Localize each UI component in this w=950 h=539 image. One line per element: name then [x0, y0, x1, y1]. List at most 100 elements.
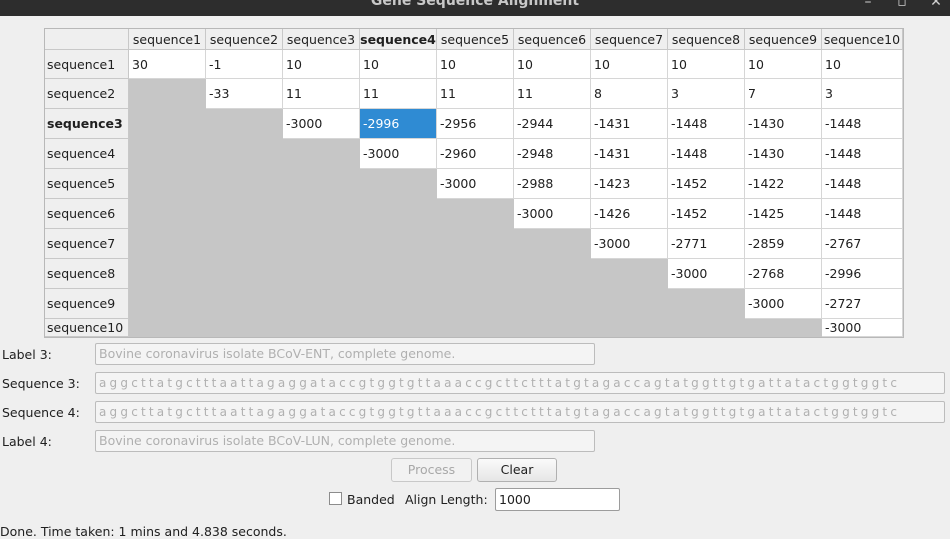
table-cell[interactable]	[129, 79, 206, 109]
table-cell[interactable]: 30	[129, 50, 206, 79]
table-cell[interactable]	[591, 289, 668, 319]
table-cell[interactable]: 10	[822, 50, 903, 79]
row-header[interactable]: sequence2	[45, 79, 129, 109]
table-cell[interactable]: -2996	[822, 259, 903, 289]
column-header[interactable]: sequence8	[668, 29, 745, 50]
table-cell[interactable]	[206, 229, 283, 259]
close-icon[interactable]: ✕	[928, 0, 944, 10]
table-cell[interactable]: -1448	[668, 139, 745, 169]
table-cell[interactable]	[206, 109, 283, 139]
table-cell[interactable]	[437, 199, 514, 229]
row-header[interactable]: sequence7	[45, 229, 129, 259]
table-cell[interactable]	[668, 319, 745, 337]
table-cell[interactable]: 3	[668, 79, 745, 109]
table-cell[interactable]	[283, 199, 360, 229]
table-cell[interactable]	[437, 229, 514, 259]
column-header[interactable]: sequence4	[360, 29, 437, 50]
column-header[interactable]: sequence2	[206, 29, 283, 50]
table-cell[interactable]: -3000	[514, 199, 591, 229]
table-cell[interactable]	[360, 289, 437, 319]
row-header[interactable]: sequence5	[45, 169, 129, 199]
row-header[interactable]: sequence1	[45, 50, 129, 79]
table-cell[interactable]: -1431	[591, 109, 668, 139]
table-cell[interactable]	[591, 259, 668, 289]
column-header[interactable]: sequence10	[822, 29, 903, 50]
table-cell[interactable]: -2859	[745, 229, 822, 259]
sequence3-field[interactable]: aggcttatgctttaattagaggataccgtggtgttaaacc…	[95, 372, 945, 394]
table-cell[interactable]: -3000	[360, 139, 437, 169]
table-cell[interactable]	[360, 169, 437, 199]
minimize-icon[interactable]: –	[860, 0, 876, 10]
table-cell[interactable]: -1448	[822, 139, 903, 169]
table-cell[interactable]	[129, 169, 206, 199]
table-cell[interactable]: -3000	[745, 289, 822, 319]
table-cell[interactable]: -2767	[822, 229, 903, 259]
table-cell[interactable]	[668, 289, 745, 319]
table-cell[interactable]: 10	[668, 50, 745, 79]
row-header[interactable]: sequence6	[45, 199, 129, 229]
clear-button[interactable]: Clear	[477, 458, 557, 482]
table-cell[interactable]: -1448	[822, 169, 903, 199]
table-cell[interactable]: -1422	[745, 169, 822, 199]
table-cell[interactable]	[360, 229, 437, 259]
table-cell[interactable]: -2996	[360, 109, 437, 139]
table-cell[interactable]	[283, 289, 360, 319]
table-cell[interactable]: -3000	[668, 259, 745, 289]
table-cell[interactable]: -1452	[668, 169, 745, 199]
table-cell[interactable]: 10	[283, 50, 360, 79]
table-cell[interactable]	[206, 259, 283, 289]
table-cell[interactable]: -2771	[668, 229, 745, 259]
table-cell[interactable]: -33	[206, 79, 283, 109]
table-cell[interactable]: 10	[360, 50, 437, 79]
table-cell[interactable]	[437, 319, 514, 337]
table-cell[interactable]	[514, 319, 591, 337]
column-header[interactable]: sequence9	[745, 29, 822, 50]
process-button[interactable]: Process	[391, 458, 472, 482]
table-cell[interactable]	[745, 319, 822, 337]
table-cell[interactable]: -2727	[822, 289, 903, 319]
table-cell[interactable]	[129, 139, 206, 169]
column-header[interactable]: sequence6	[514, 29, 591, 50]
table-cell[interactable]: -1426	[591, 199, 668, 229]
table-cell[interactable]: -3000	[591, 229, 668, 259]
table-cell[interactable]	[514, 259, 591, 289]
table-cell[interactable]	[206, 289, 283, 319]
table-cell[interactable]: 8	[591, 79, 668, 109]
column-header[interactable]: sequence3	[283, 29, 360, 50]
row-header[interactable]: sequence9	[45, 289, 129, 319]
table-cell[interactable]: 10	[745, 50, 822, 79]
table-cell[interactable]: -1425	[745, 199, 822, 229]
table-cell[interactable]: -1431	[591, 139, 668, 169]
align-length-input[interactable]: 1000	[495, 488, 620, 511]
table-cell[interactable]: 7	[745, 79, 822, 109]
table-cell[interactable]: 11	[283, 79, 360, 109]
table-cell[interactable]: 10	[591, 50, 668, 79]
table-cell[interactable]: -3000	[283, 109, 360, 139]
table-cell[interactable]: -2988	[514, 169, 591, 199]
table-cell[interactable]	[129, 199, 206, 229]
table-cell[interactable]: 11	[437, 79, 514, 109]
table-cell[interactable]	[591, 319, 668, 337]
row-header[interactable]: sequence4	[45, 139, 129, 169]
label3-field[interactable]: Bovine coronavirus isolate BCoV-ENT, com…	[95, 343, 595, 365]
table-cell[interactable]: -1430	[745, 109, 822, 139]
table-cell[interactable]	[129, 319, 206, 337]
table-cell[interactable]: -2768	[745, 259, 822, 289]
table-cell[interactable]: -2956	[437, 109, 514, 139]
table-cell[interactable]: -1448	[822, 109, 903, 139]
table-cell[interactable]	[129, 259, 206, 289]
table-cell[interactable]: -2944	[514, 109, 591, 139]
table-cell[interactable]: -1452	[668, 199, 745, 229]
table-cell[interactable]: -1448	[668, 109, 745, 139]
table-cell[interactable]: 10	[437, 50, 514, 79]
table-cell[interactable]	[360, 259, 437, 289]
table-cell[interactable]: -1448	[822, 199, 903, 229]
table-cell[interactable]: -1423	[591, 169, 668, 199]
table-cell[interactable]	[514, 229, 591, 259]
banded-checkbox[interactable]	[329, 492, 342, 505]
table-cell[interactable]	[514, 289, 591, 319]
table-cell[interactable]: 10	[514, 50, 591, 79]
table-cell[interactable]	[206, 169, 283, 199]
score-matrix-table[interactable]: sequence1 sequence2 sequence3 sequence4 sequ…	[44, 28, 904, 338]
label4-field[interactable]: Bovine coronavirus isolate BCoV-LUN, com…	[95, 430, 595, 452]
